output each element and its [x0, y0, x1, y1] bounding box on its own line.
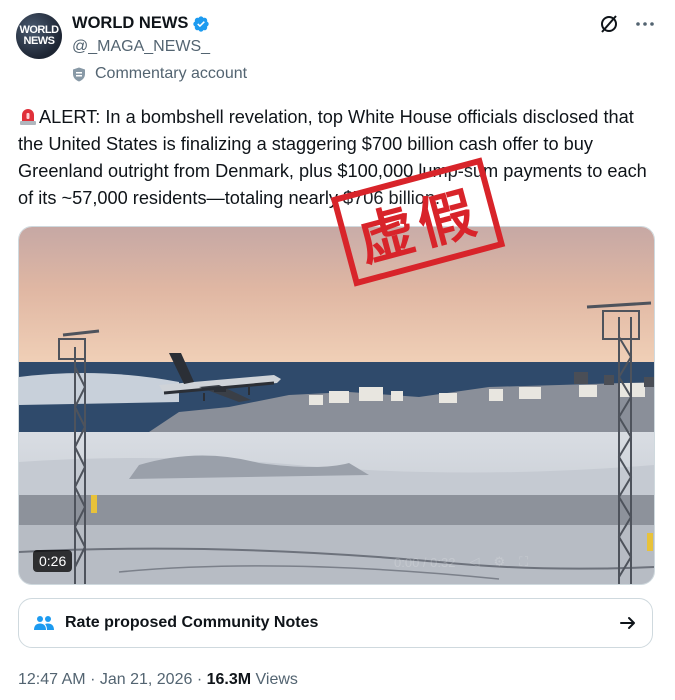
display-name[interactable]: WORLD NEWS: [72, 14, 188, 33]
video-duration: 0:26: [33, 550, 73, 572]
arrow-right-icon: [620, 617, 635, 629]
tweet-meta: 12:47 AM · Jan 21, 2026 · 16.3M Views: [18, 671, 298, 689]
verified-badge-icon[interactable]: [192, 15, 210, 33]
people-icon: [34, 616, 54, 630]
rotating-light-icon: [20, 109, 36, 125]
tweet-time[interactable]: 12:47 AM: [18, 671, 86, 688]
avatar-text-line2: NEWS: [23, 35, 56, 47]
volume-icon[interactable]: ◁: [469, 554, 479, 570]
meta-separator-2: ·: [196, 671, 203, 688]
video-frame: [19, 227, 654, 584]
commentary-text: Commentary account: [95, 65, 248, 82]
commentary-label: Commentary account: [72, 65, 247, 83]
video-controls: 0:00 / 0:32 ◁ ⚙ ⛶: [394, 554, 528, 570]
community-notes-label: Rate proposed Community Notes: [65, 614, 319, 631]
meta-separator: ·: [90, 671, 96, 688]
commentary-shield-icon: [73, 67, 85, 81]
top-actions: [599, 14, 655, 34]
account-handle[interactable]: @_MAGA_NEWS_: [72, 38, 210, 56]
views-label: Views: [255, 671, 298, 688]
grok-icon[interactable]: [599, 14, 619, 34]
rate-community-notes-button[interactable]: Rate proposed Community Notes: [18, 598, 653, 648]
more-options-icon[interactable]: [635, 14, 655, 34]
tweet-body: ALERT: In a bombshell revelation, top Wh…: [18, 107, 647, 208]
account-name-row: WORLD NEWS: [72, 14, 210, 33]
video-player[interactable]: 0:26 0:00 / 0:32 ◁ ⚙ ⛶: [18, 226, 655, 585]
views-count: 16.3M: [206, 671, 252, 688]
avatar[interactable]: WORLD NEWS: [16, 13, 62, 59]
settings-icon[interactable]: ⚙: [493, 554, 505, 570]
video-playback-time: 0:00 / 0:32: [394, 554, 456, 570]
tweet-date[interactable]: Jan 21, 2026: [100, 671, 193, 688]
fullscreen-icon[interactable]: ⛶: [519, 554, 528, 570]
